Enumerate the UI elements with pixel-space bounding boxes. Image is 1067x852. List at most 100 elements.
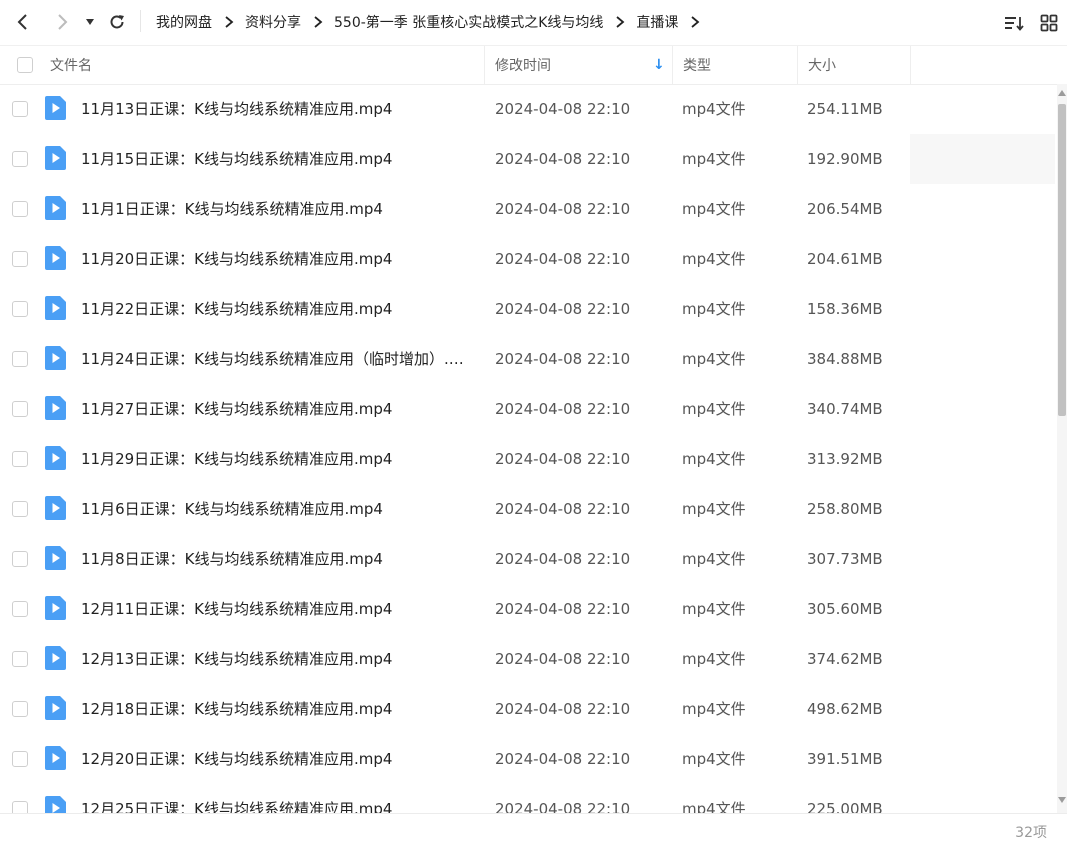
breadcrumb-item-root[interactable]: 我的网盘: [156, 12, 212, 32]
file-size: 225.00MB: [807, 800, 883, 813]
file-modified: 2024-04-08 22:10: [495, 250, 631, 268]
file-name[interactable]: 11月24日正课：K线与均线系统精准应用（临时增加）.mp4: [81, 334, 476, 384]
chevron-left-icon: [17, 14, 27, 30]
file-row[interactable]: 12月13日正课：K线与均线系统精准应用.mp4 2024-04-08 22:10…: [0, 634, 1055, 684]
row-checkbox[interactable]: [12, 351, 28, 367]
row-checkbox[interactable]: [12, 251, 28, 267]
toolbar: 我的网盘 资料分享 550-第一季 张重核心实战模式之K线与均线 直播课: [0, 0, 1067, 44]
file-name[interactable]: 11月8日正课：K线与均线系统精准应用.mp4: [81, 534, 476, 584]
column-resizer[interactable]: [672, 46, 673, 84]
file-row[interactable]: 11月27日正课：K线与均线系统精准应用.mp4 2024-04-08 22:10…: [0, 384, 1055, 434]
file-row[interactable]: 12月25日正课：K线与均线系统精准应用.mp4 2024-04-08 22:10…: [0, 784, 1055, 813]
file-row[interactable]: 12月18日正课：K线与均线系统精准应用.mp4 2024-04-08 22:10…: [0, 684, 1055, 734]
row-checkbox[interactable]: [12, 501, 28, 517]
column-resizer[interactable]: [484, 46, 485, 84]
file-row[interactable]: 11月6日正课：K线与均线系统精准应用.mp4 2024-04-08 22:10 m…: [0, 484, 1055, 534]
row-checkbox[interactable]: [12, 601, 28, 617]
file-name[interactable]: 11月27日正课：K线与均线系统精准应用.mp4: [81, 384, 476, 434]
file-row[interactable]: 11月1日正课：K线与均线系统精准应用.mp4 2024-04-08 22:10 m…: [0, 184, 1055, 234]
file-type: mp4文件: [682, 450, 746, 468]
file-modified: 2024-04-08 22:10: [495, 500, 631, 518]
video-file-icon: [45, 196, 66, 220]
file-name[interactable]: 12月18日正课：K线与均线系统精准应用.mp4: [81, 684, 476, 734]
breadcrumb-item-current[interactable]: 直播课: [636, 12, 678, 32]
file-modified: 2024-04-08 22:10: [495, 550, 631, 568]
grid-view-button[interactable]: [1036, 10, 1062, 36]
toolbar-divider: [140, 10, 141, 32]
file-size: 192.90MB: [807, 150, 883, 168]
row-checkbox[interactable]: [12, 701, 28, 717]
video-file-icon: [45, 546, 66, 570]
file-row[interactable]: 11月22日正课：K线与均线系统精准应用.mp4 2024-04-08 22:10…: [0, 284, 1055, 334]
file-modified: 2024-04-08 22:10: [495, 800, 631, 813]
scroll-down-icon[interactable]: [1058, 797, 1066, 803]
forward-button[interactable]: [48, 8, 76, 36]
file-type: mp4文件: [682, 800, 746, 813]
row-checkbox[interactable]: [12, 151, 28, 167]
scrollbar-thumb[interactable]: [1058, 104, 1066, 416]
file-row[interactable]: 11月8日正课：K线与均线系统精准应用.mp4 2024-04-08 22:10 m…: [0, 534, 1055, 584]
column-modified-label: 修改时间: [495, 58, 551, 74]
file-name[interactable]: 11月1日正课：K线与均线系统精准应用.mp4: [81, 184, 476, 234]
file-row[interactable]: 11月15日正课：K线与均线系统精准应用.mp4 2024-04-08 22:10…: [0, 134, 1055, 184]
file-name[interactable]: 12月25日正课：K线与均线系统精准应用.mp4: [81, 784, 476, 813]
row-checkbox[interactable]: [12, 451, 28, 467]
file-modified: 2024-04-08 22:10: [495, 750, 631, 768]
file-row[interactable]: 12月11日正课：K线与均线系统精准应用.mp4 2024-04-08 22:10…: [0, 584, 1055, 634]
chevron-right-icon: [224, 16, 234, 28]
row-checkbox[interactable]: [12, 751, 28, 767]
file-name[interactable]: 11月15日正课：K线与均线系统精准应用.mp4: [81, 134, 476, 184]
row-checkbox[interactable]: [12, 801, 28, 813]
sort-button[interactable]: [1001, 10, 1027, 36]
file-row[interactable]: 11月29日正课：K线与均线系统精准应用.mp4 2024-04-08 22:10…: [0, 434, 1055, 484]
file-row[interactable]: 12月20日正课：K线与均线系统精准应用.mp4 2024-04-08 22:10…: [0, 734, 1055, 784]
column-size[interactable]: 大小: [808, 46, 903, 84]
row-checkbox[interactable]: [12, 651, 28, 667]
file-type: mp4文件: [682, 500, 746, 518]
breadcrumb-item-share[interactable]: 资料分享: [245, 12, 301, 32]
file-type: mp4文件: [682, 300, 746, 318]
refresh-button[interactable]: [103, 8, 131, 36]
history-dropdown-button[interactable]: [77, 8, 103, 36]
file-type: mp4文件: [682, 350, 746, 368]
breadcrumb: 我的网盘 资料分享 550-第一季 张重核心实战模式之K线与均线 直播课: [156, 0, 711, 44]
file-name[interactable]: 11月29日正课：K线与均线系统精准应用.mp4: [81, 434, 476, 484]
breadcrumb-item-course[interactable]: 550-第一季 张重核心实战模式之K线与均线: [334, 12, 603, 32]
file-modified: 2024-04-08 22:10: [495, 600, 631, 618]
chevron-right-icon: [615, 16, 625, 28]
grid-view-icon: [1040, 14, 1058, 32]
row-checkbox[interactable]: [12, 401, 28, 417]
file-name[interactable]: 11月13日正课：K线与均线系统精准应用.mp4: [81, 84, 476, 134]
scroll-up-icon[interactable]: [1058, 90, 1066, 96]
file-name[interactable]: 12月20日正课：K线与均线系统精准应用.mp4: [81, 734, 476, 784]
row-checkbox[interactable]: [12, 201, 28, 217]
chevron-right-icon: [58, 14, 68, 30]
file-name[interactable]: 11月22日正课：K线与均线系统精准应用.mp4: [81, 284, 476, 334]
file-name[interactable]: 11月6日正课：K线与均线系统精准应用.mp4: [81, 484, 476, 534]
file-name[interactable]: 12月11日正课：K线与均线系统精准应用.mp4: [81, 584, 476, 634]
file-name[interactable]: 12月13日正课：K线与均线系统精准应用.mp4: [81, 634, 476, 684]
file-row[interactable]: 11月24日正课：K线与均线系统精准应用（临时增加）.mp4 2024-04-08…: [0, 334, 1055, 384]
column-modified[interactable]: 修改时间 ↓: [495, 46, 665, 84]
column-type[interactable]: 类型: [683, 46, 783, 84]
caret-down-icon: [86, 19, 94, 25]
file-row[interactable]: 11月13日正课：K线与均线系统精准应用.mp4 2024-04-08 22:10…: [0, 84, 1055, 134]
column-name[interactable]: 文件名: [50, 46, 480, 84]
back-button[interactable]: [9, 8, 37, 36]
video-file-icon: [45, 146, 66, 170]
column-resizer[interactable]: [797, 46, 798, 84]
file-size: 206.54MB: [807, 200, 883, 218]
chevron-right-icon[interactable]: [690, 16, 700, 28]
row-checkbox[interactable]: [12, 551, 28, 567]
video-file-icon: [45, 596, 66, 620]
item-count: 32项: [1015, 825, 1047, 841]
video-file-icon: [45, 396, 66, 420]
file-modified: 2024-04-08 22:10: [495, 450, 631, 468]
row-checkbox[interactable]: [12, 101, 28, 117]
select-all-checkbox[interactable]: [17, 57, 33, 73]
column-resizer[interactable]: [910, 46, 911, 84]
file-type: mp4文件: [682, 150, 746, 168]
row-checkbox[interactable]: [12, 301, 28, 317]
file-name[interactable]: 11月20日正课：K线与均线系统精准应用.mp4: [81, 234, 476, 284]
file-row[interactable]: 11月20日正课：K线与均线系统精准应用.mp4 2024-04-08 22:10…: [0, 234, 1055, 284]
